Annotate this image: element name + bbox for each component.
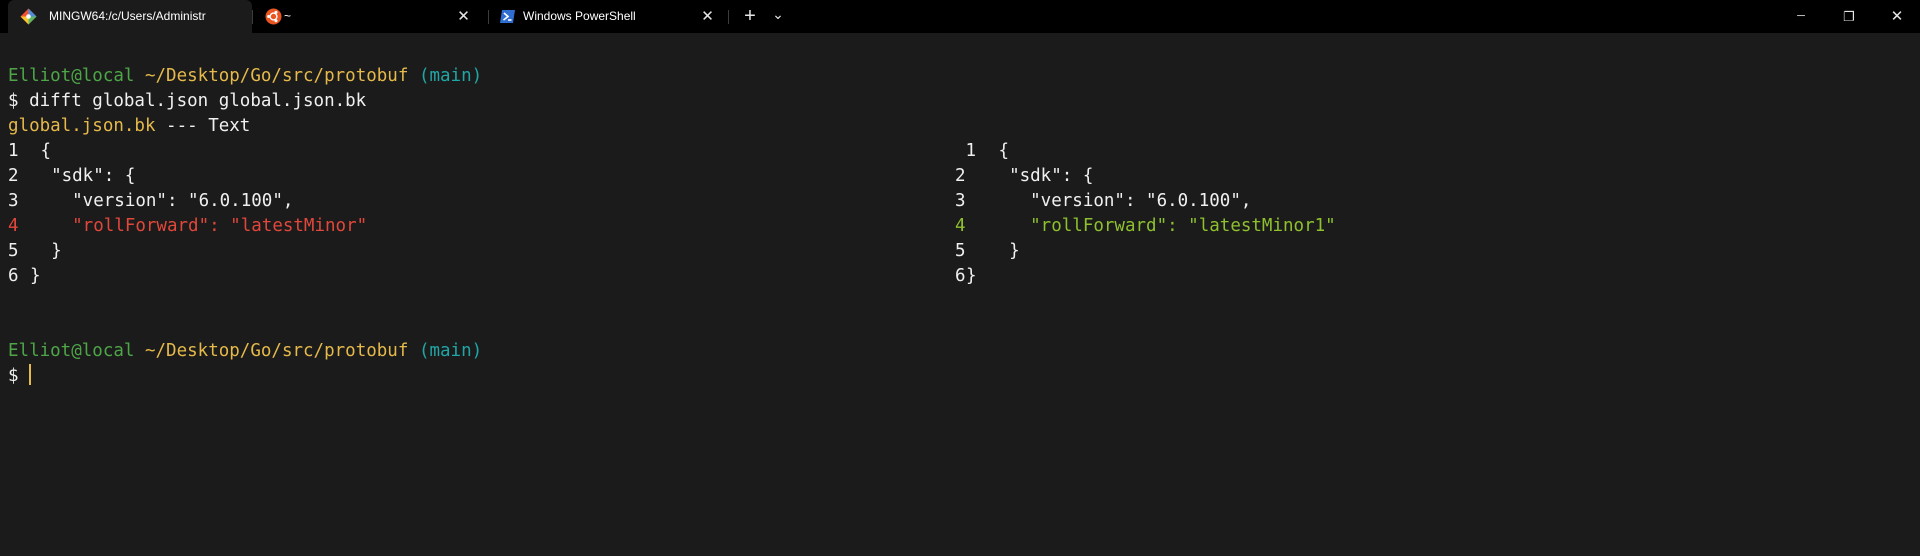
right-line-text: } [966,266,977,286]
left-line-text-removed: "rollForward": "latestMinor" [30,216,368,236]
left-line-text: { [30,141,52,161]
left-line-text: } [30,266,41,286]
prompt-path: ~/Desktop/Go/src/protobuf [144,341,409,361]
title-bar: MINGW64:/c/Users/Administr ~ ✕ Windows P [0,0,1920,33]
right-line-text: "version": "6.0.100", [988,191,1252,211]
left-line-text: } [30,241,62,261]
new-tab-button[interactable]: + [738,0,762,33]
left-line-number: 3 [8,191,19,211]
powershell-icon [499,8,516,25]
prompt-user: Elliot@local [8,341,135,361]
left-line-number-removed: 4 [8,216,19,236]
left-line-text: "sdk": { [30,166,136,186]
tab-title: MINGW64:/c/Users/Administr [49,9,206,23]
diff-header: global.json.bk --- Text [8,114,250,139]
minimize-button[interactable]: ─ [1778,0,1824,33]
tab-title: ~ [284,9,292,23]
left-line-number: 1 [8,141,19,161]
close-tab-icon[interactable]: ✕ [455,8,472,25]
right-line-text: } [988,241,1020,261]
left-line-number: 5 [8,241,19,261]
tab-dropdown-button[interactable]: ⌄ [768,0,788,33]
prompt-branch: (main) [418,66,483,86]
tab-title: Windows PowerShell [523,9,636,23]
left-line-number: 2 [8,166,19,186]
right-line-text: { [988,141,1010,161]
right-line-number: 5 [955,241,966,261]
close-tab-icon[interactable]: ✕ [699,8,716,25]
tab-separator [728,10,729,24]
input-line[interactable]: $ [8,364,32,389]
right-line-number: 2 [955,166,966,186]
text-cursor [29,364,32,385]
command-line: $ difft global.json global.json.bk [8,91,367,111]
tab-powershell[interactable]: Windows PowerShell ✕ [489,0,719,33]
close-window-button[interactable]: ✕ [1874,0,1920,33]
diff-file-name: global.json.bk [8,116,156,136]
terminal-output[interactable]: Elliot@local ~/Desktop/Go/src/protobuf (… [0,33,1920,556]
prompt-line: Elliot@local ~/Desktop/Go/src/protobuf (… [8,64,482,89]
prompt-branch: (main) [418,341,483,361]
right-line-text: "sdk": { [988,166,1094,186]
maximize-button[interactable]: ❐ [1826,0,1872,33]
right-line-text-added: "rollForward": "latestMinor1" [988,216,1336,236]
left-line-number: 6 [8,266,19,286]
right-line-number: 1 [955,141,977,161]
right-line-number: 6 [955,266,966,286]
tab-ubuntu[interactable]: ~ ✕ [253,0,483,33]
prompt-path: ~/Desktop/Go/src/protobuf [144,66,409,86]
right-line-number: 3 [955,191,966,211]
prompt-line: Elliot@local ~/Desktop/Go/src/protobuf (… [8,339,482,364]
right-line-number-added: 4 [955,216,966,236]
git-bash-icon [20,8,37,25]
diff-language: --- Text [155,116,251,136]
ubuntu-icon [265,8,282,25]
prompt-symbol: $ [8,366,30,386]
left-line-text: "version": "6.0.100", [30,191,294,211]
tab-mingw64[interactable]: MINGW64:/c/Users/Administr [8,0,252,33]
prompt-user: Elliot@local [8,66,135,86]
